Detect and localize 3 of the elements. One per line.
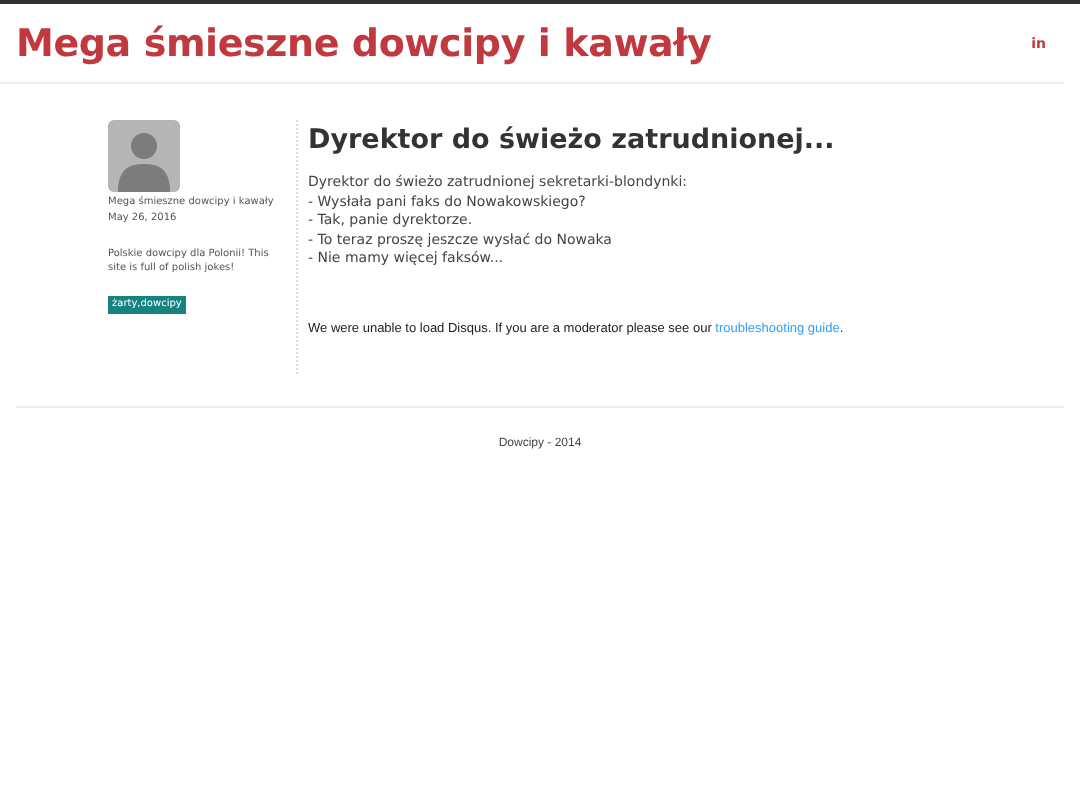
avatar-icon: [108, 120, 180, 192]
site-title[interactable]: Mega śmieszne dowcipy i kawały: [16, 22, 712, 66]
post-title[interactable]: Dyrektor do świeżo zatrudnionej...: [308, 124, 844, 156]
